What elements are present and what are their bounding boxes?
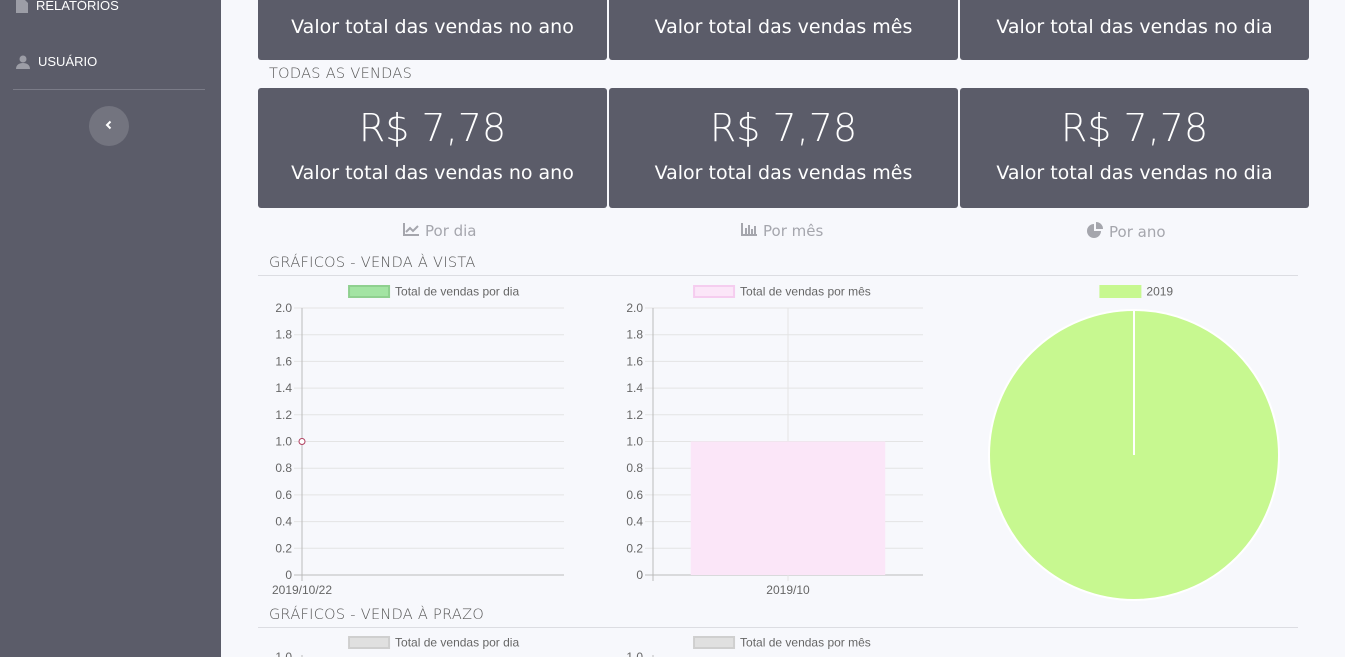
- chart-mes-ytick-label: 1.2: [626, 408, 643, 422]
- chart-mes-xtick-label: 2019/10: [766, 583, 810, 597]
- sidebar-item-label: RELATÓRIOS: [36, 0, 119, 13]
- card-subtitle: Valor total das vendas mês: [654, 16, 913, 38]
- chart-prazo-mes-legend-label: Total de vendas por mês: [740, 636, 871, 650]
- tab-label: Por dia: [425, 222, 477, 240]
- section-divider: [258, 275, 1298, 276]
- chart-dia-ytick-label: 2.0: [275, 301, 292, 315]
- tab-por-dia[interactable]: Por dia: [403, 222, 477, 240]
- chart-ano-slice: [988, 309, 1280, 601]
- card-total-dia-top: Valor total das vendas no dia: [960, 0, 1309, 60]
- sidebar-item-usuario[interactable]: USUÁRIO: [16, 54, 97, 69]
- sidebar-divider: [13, 89, 205, 90]
- tab-label: Por ano: [1109, 223, 1166, 241]
- chart-dia-point: [298, 438, 306, 445]
- card-value: R$ 7,78: [1060, 106, 1209, 150]
- sidebar-item-label: USUÁRIO: [38, 54, 98, 69]
- section-divider: [258, 627, 1298, 628]
- chart-dia-ytick-label: 0.6: [275, 488, 292, 502]
- section-title-venda-prazo: GRÁFICOS - VENDA À PRAZO: [269, 607, 485, 623]
- card-subtitle: Valor total das vendas no dia: [996, 162, 1273, 184]
- chart-prazo-mes-ytick-label: 1.0: [626, 650, 643, 657]
- tab-label: Por mês: [763, 222, 824, 240]
- sidebar: RELATÓRIOS USUÁRIO: [0, 0, 221, 657]
- bar-chart-icon: [741, 222, 757, 240]
- user-icon: [16, 55, 30, 69]
- chart-dia-xtick-label: 2019/10/22: [272, 583, 332, 597]
- tab-por-ano[interactable]: Por ano: [1087, 222, 1166, 242]
- card-total-ano-top: Valor total das vendas no ano: [258, 0, 607, 60]
- chart-dia-ytick-label: 0.8: [275, 461, 292, 475]
- sidebar-item-relatorios[interactable]: RELATÓRIOS: [16, 0, 119, 13]
- chart-dia-ytick-label: 1.0: [275, 435, 292, 449]
- section-title-todas-vendas: TODAS AS VENDAS: [269, 66, 413, 82]
- chart-prazo-dia-legend-label: Total de vendas por dia: [395, 636, 519, 650]
- chart-mes-ytick-label: 1.6: [626, 354, 643, 368]
- chart-dia-ytick-label: 1.2: [275, 408, 292, 422]
- card-subtitle: Valor total das vendas mês: [654, 162, 913, 184]
- file-icon: [16, 0, 28, 13]
- chart-mes-legend-label: Total de vendas por mês: [740, 285, 871, 299]
- card-subtitle: Valor total das vendas no ano: [291, 162, 574, 184]
- chart-mes-ytick-label: 2.0: [626, 301, 643, 315]
- chart-mes-ytick-label: 0.4: [626, 515, 643, 529]
- card-subtitle: Valor total das vendas no dia: [996, 16, 1273, 38]
- chart-dia-legend-swatch: [348, 285, 391, 298]
- tab-por-mes[interactable]: Por mês: [741, 222, 823, 240]
- chart-mes-ytick-label: 0.2: [626, 541, 643, 555]
- chart-dia-ytick-label: 0.2: [275, 541, 292, 555]
- chart-mes-ytick-label: 0.8: [626, 461, 643, 475]
- chart-mes-ytick-label: 1.0: [626, 435, 643, 449]
- collapse-sidebar-button[interactable]: [89, 106, 129, 146]
- pie-chart-icon: [1087, 222, 1103, 242]
- chart-ano-legend-swatch: [1099, 285, 1142, 298]
- chart-mes-ytick-label: 1.8: [626, 328, 643, 342]
- chart-mes-bar: [690, 441, 886, 575]
- card-total-mes: R$ 7,78 Valor total das vendas mês: [609, 88, 958, 208]
- card-total-ano: R$ 7,78 Valor total das vendas no ano: [258, 88, 607, 208]
- chart-dia-ytick-label: 1.4: [275, 381, 292, 395]
- chart-mes-legend-swatch: [693, 285, 736, 298]
- chart-mes-ytick-label: 0: [636, 568, 643, 582]
- card-total-mes-top: Valor total das vendas mês: [609, 0, 958, 60]
- chart-dia-ytick-label: 0.4: [275, 515, 292, 529]
- chart-dia-ytick-label: 1.6: [275, 354, 292, 368]
- chart-prazo-dia-legend-swatch: [348, 636, 391, 649]
- card-subtitle: Valor total das vendas no ano: [291, 16, 574, 38]
- section-title-venda-vista: GRÁFICOS - VENDA À VISTA: [269, 255, 476, 271]
- chart-dia-ytick-label: 1.8: [275, 328, 292, 342]
- card-value: R$ 7,78: [358, 106, 507, 150]
- card-value: R$ 7,78: [709, 106, 858, 150]
- chart-prazo-dia-ytick-label: 1.0: [275, 650, 292, 657]
- chart-ano-legend-label: 2019: [1146, 285, 1173, 299]
- chevron-left-icon: [104, 117, 114, 135]
- chart-dia-legend-label: Total de vendas por dia: [395, 285, 519, 299]
- chart-dia-ytick-label: 0: [285, 568, 292, 582]
- line-chart-icon: [403, 222, 419, 240]
- card-total-dia: R$ 7,78 Valor total das vendas no dia: [960, 88, 1309, 208]
- chart-mes-ytick-label: 0.6: [626, 488, 643, 502]
- chart-mes-ytick-label: 1.4: [626, 381, 643, 395]
- chart-prazo-mes-legend-swatch: [693, 636, 736, 649]
